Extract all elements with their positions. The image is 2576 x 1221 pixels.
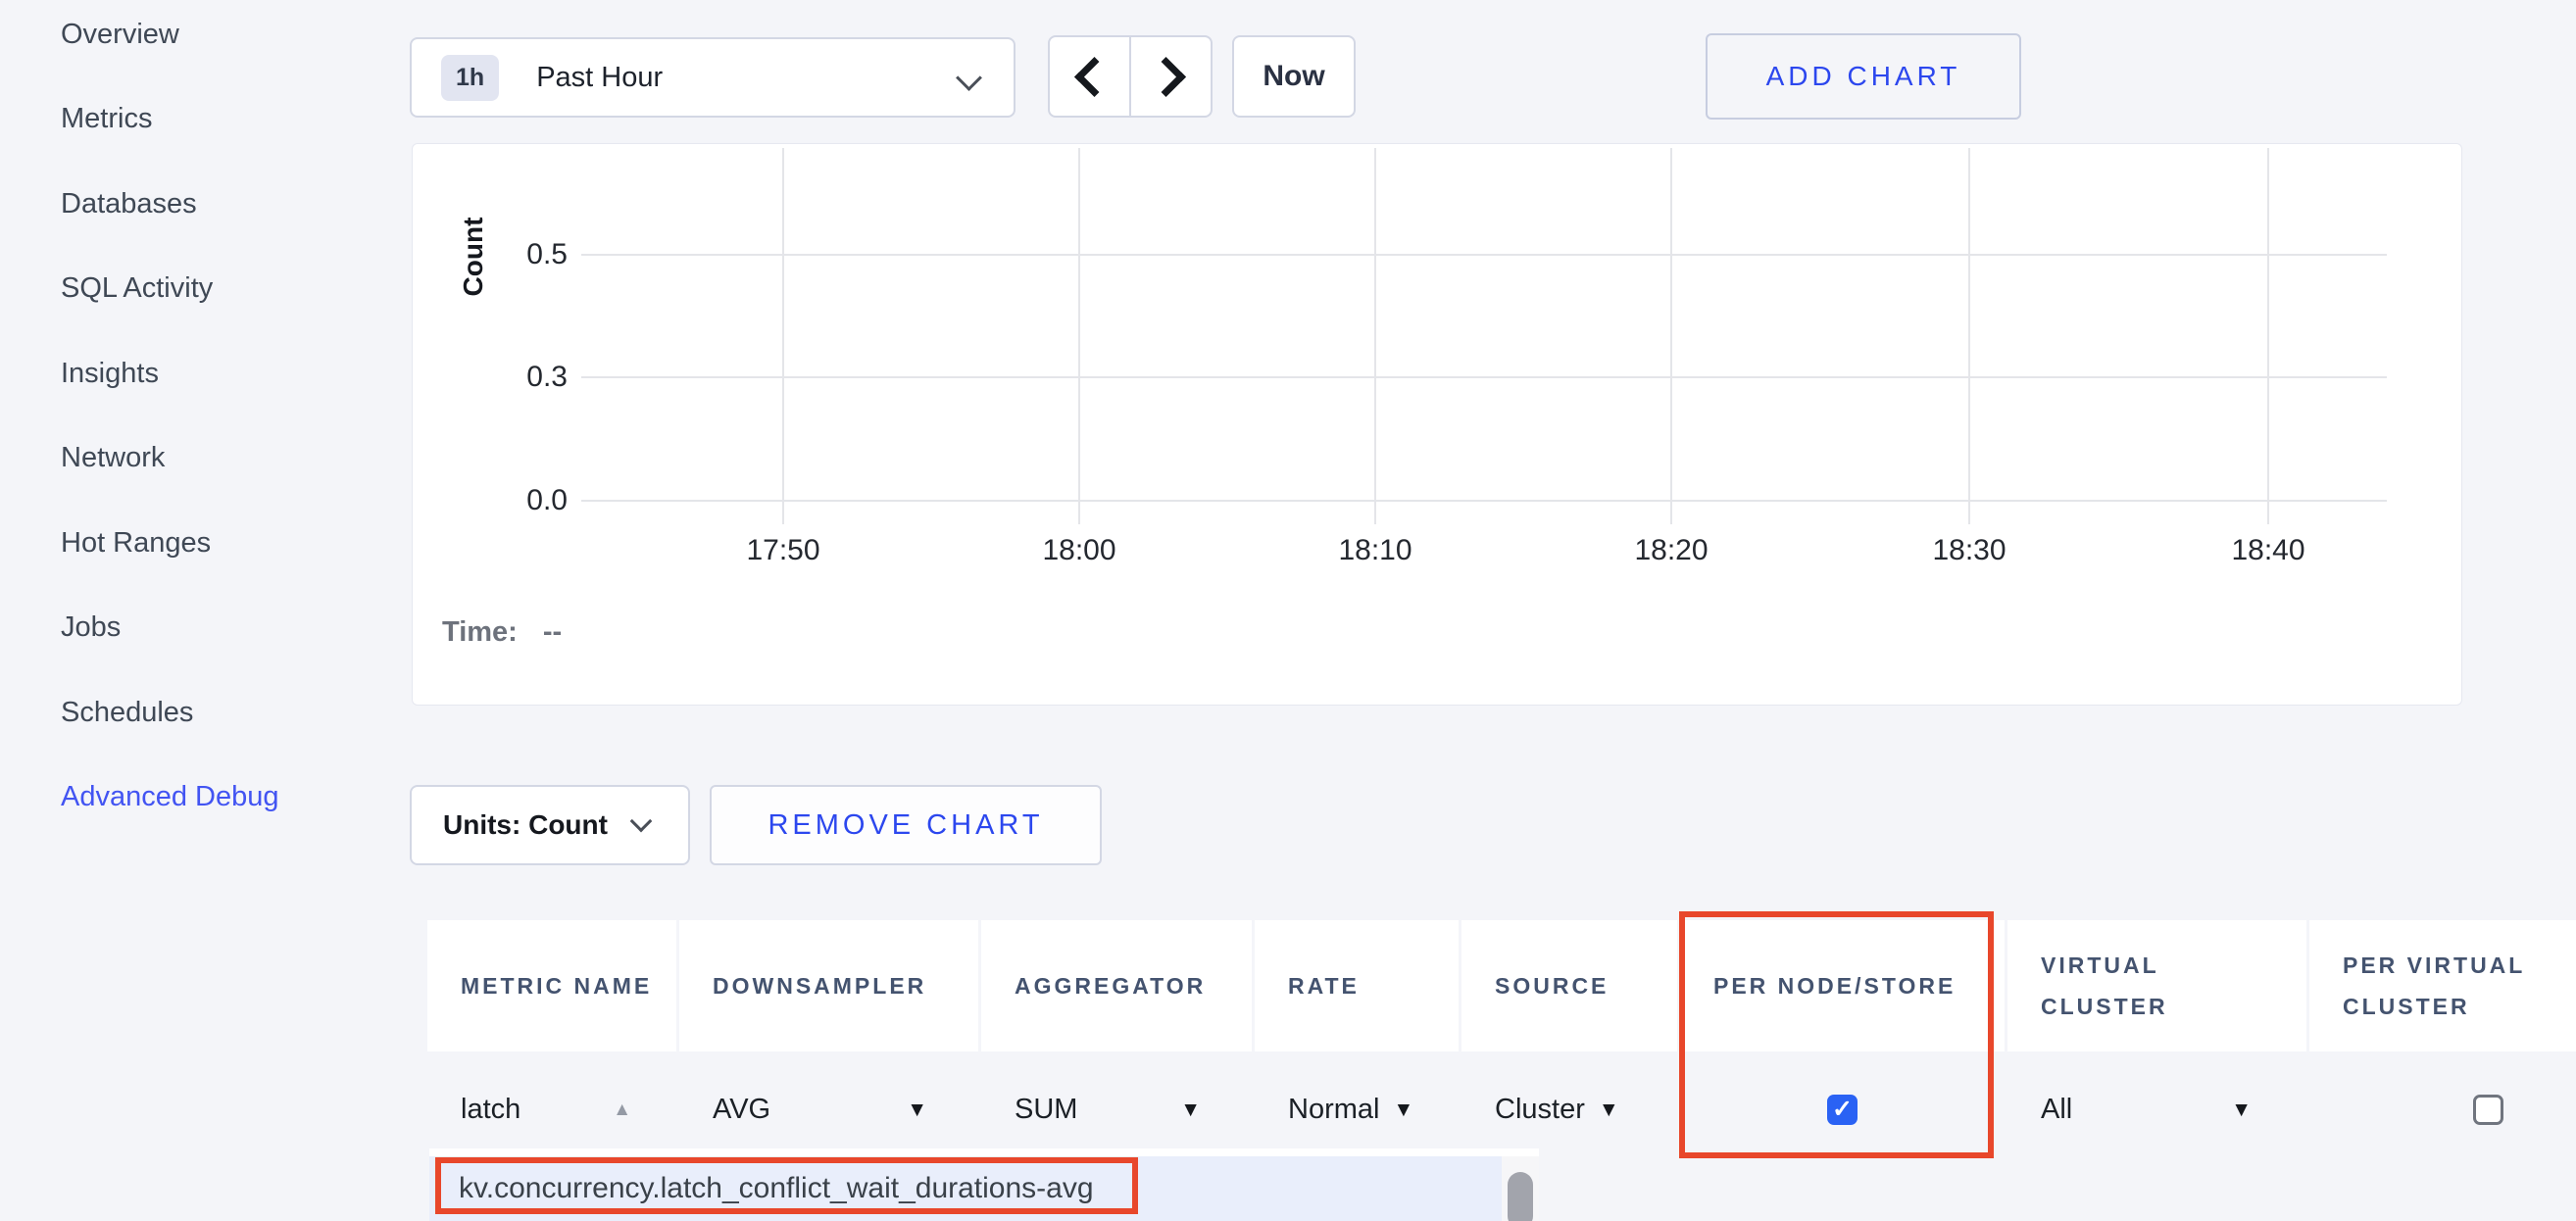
time-next-button[interactable] [1130, 35, 1213, 118]
now-button[interactable]: Now [1232, 35, 1356, 118]
column-header-virtual-cluster: VIRTUAL CLUSTER [2007, 920, 2306, 1051]
column-header-per-node-store: PER NODE/STORE [1680, 920, 2005, 1051]
time-range-label: Past Hour [536, 62, 663, 94]
gridline [2267, 148, 2269, 524]
aggregator-select[interactable]: SUM ▼ [981, 1058, 1252, 1160]
sidebar-item-schedules[interactable]: Schedules [0, 670, 412, 756]
gridline [1968, 148, 1970, 524]
x-axis-tick: 18:40 [2200, 534, 2337, 567]
per-node-store-checkbox[interactable]: ✓ [1827, 1095, 1858, 1125]
sidebar-item-hot-ranges[interactable]: Hot Ranges [0, 501, 412, 586]
hover-time-caption: Time: -- [442, 616, 562, 649]
y-axis-tick: 0.3 [413, 361, 568, 394]
check-icon: ✓ [1832, 1095, 1853, 1124]
rate-value: Normal [1288, 1094, 1379, 1126]
metric-name-value[interactable]: latch [461, 1094, 520, 1126]
column-header-aggregator: AGGREGATOR [981, 920, 1252, 1051]
column-header-per-virtual-cluster: PER VIRTUAL CLUSTER [2309, 920, 2576, 1051]
y-axis-tick: 0.0 [413, 484, 568, 517]
x-axis-tick: 18:10 [1307, 534, 1444, 567]
add-chart-button[interactable]: ADD CHART [1706, 33, 2021, 120]
sidebar: Overview Metrics Databases SQL Activity … [0, 0, 412, 840]
gridline [581, 376, 2387, 378]
dropdown-arrow-icon[interactable]: ▼ [1599, 1099, 1619, 1120]
dropdown-arrow-icon[interactable]: ▼ [1180, 1099, 1201, 1120]
y-axis-tick: 0.5 [413, 238, 568, 271]
metric-suggestion-item[interactable]: kv.concurrency.latch_conflict_wait_durat… [429, 1156, 1502, 1221]
time-range-nav [1048, 35, 1213, 118]
dropdown-scrollbar-thumb[interactable] [1508, 1172, 1533, 1221]
column-header-rate: RATE [1255, 920, 1459, 1051]
sidebar-item-databases[interactable]: Databases [0, 162, 412, 247]
dropdown-arrow-icon[interactable]: ▼ [2231, 1099, 2252, 1120]
gridline [1670, 148, 1672, 524]
metric-name-select[interactable]: latch ▲ [427, 1058, 676, 1160]
advanced-debug-custom-chart-page: Overview Metrics Databases SQL Activity … [0, 0, 2576, 1221]
source-select[interactable]: Cluster ▼ [1461, 1058, 1677, 1160]
column-header-source: SOURCE [1461, 920, 1677, 1051]
gridline [782, 148, 784, 524]
sidebar-item-jobs[interactable]: Jobs [0, 586, 412, 671]
x-axis-tick: 18:30 [1901, 534, 2038, 567]
time-range-selector[interactable]: 1h Past Hour [410, 37, 1016, 118]
time-prev-button[interactable] [1048, 35, 1130, 118]
downsampler-select[interactable]: AVG ▼ [679, 1058, 978, 1160]
virtual-cluster-select[interactable]: All ▼ [2007, 1058, 2306, 1160]
gridline [581, 254, 2387, 256]
chevron-right-icon [1146, 56, 1186, 96]
dropdown-arrow-icon[interactable]: ▼ [907, 1099, 927, 1120]
sidebar-item-advanced-debug[interactable]: Advanced Debug [0, 756, 412, 841]
chevron-down-icon [630, 810, 653, 833]
sidebar-item-overview[interactable]: Overview [0, 0, 412, 77]
time-range-badge: 1h [441, 55, 499, 101]
hover-time-label: Time: [442, 616, 518, 648]
remove-chart-button[interactable]: REMOVE CHART [710, 785, 1102, 865]
rate-select[interactable]: Normal ▼ [1255, 1058, 1459, 1160]
hover-time-value: -- [543, 616, 562, 648]
column-header-metric-name: METRIC NAME [427, 920, 676, 1051]
dropdown-arrow-icon[interactable]: ▼ [1393, 1099, 1413, 1120]
sidebar-item-network[interactable]: Network [0, 416, 412, 502]
source-value: Cluster [1495, 1094, 1585, 1126]
aggregator-value: SUM [1015, 1094, 1077, 1126]
chevron-left-icon [1074, 56, 1115, 96]
gridline [1078, 148, 1080, 524]
sidebar-item-insights[interactable]: Insights [0, 331, 412, 416]
sidebar-item-sql-activity[interactable]: SQL Activity [0, 247, 412, 332]
per-virtual-cluster-cell: ✓ [2309, 1058, 2576, 1160]
units-dropdown[interactable]: Units: Count [410, 785, 690, 865]
dropdown-scrollbar[interactable] [1502, 1156, 1539, 1221]
dropdown-arrow-up-icon[interactable]: ▲ [613, 1099, 631, 1120]
sidebar-item-metrics[interactable]: Metrics [0, 77, 412, 163]
per-node-store-cell: ✓ [1680, 1058, 2005, 1160]
column-header-downsampler: DOWNSAMPLER [679, 920, 978, 1051]
per-virtual-cluster-checkbox[interactable]: ✓ [2473, 1095, 2503, 1125]
gridline [1374, 148, 1376, 524]
units-dropdown-label: Units: Count [443, 809, 608, 841]
x-axis-tick: 18:00 [1011, 534, 1148, 567]
metric-suggestions-dropdown: kv.concurrency.latch_conflict_wait_durat… [429, 1148, 1539, 1221]
x-axis-tick: 17:50 [715, 534, 852, 567]
gridline [581, 500, 2387, 502]
downsampler-value: AVG [713, 1094, 770, 1126]
x-axis-tick: 18:20 [1603, 534, 1740, 567]
custom-chart-panel: Count 0.5 0.3 0.0 17:50 18:00 18:10 18:2… [412, 143, 2462, 706]
chevron-down-icon [956, 65, 982, 91]
virtual-cluster-value: All [2041, 1094, 2072, 1126]
